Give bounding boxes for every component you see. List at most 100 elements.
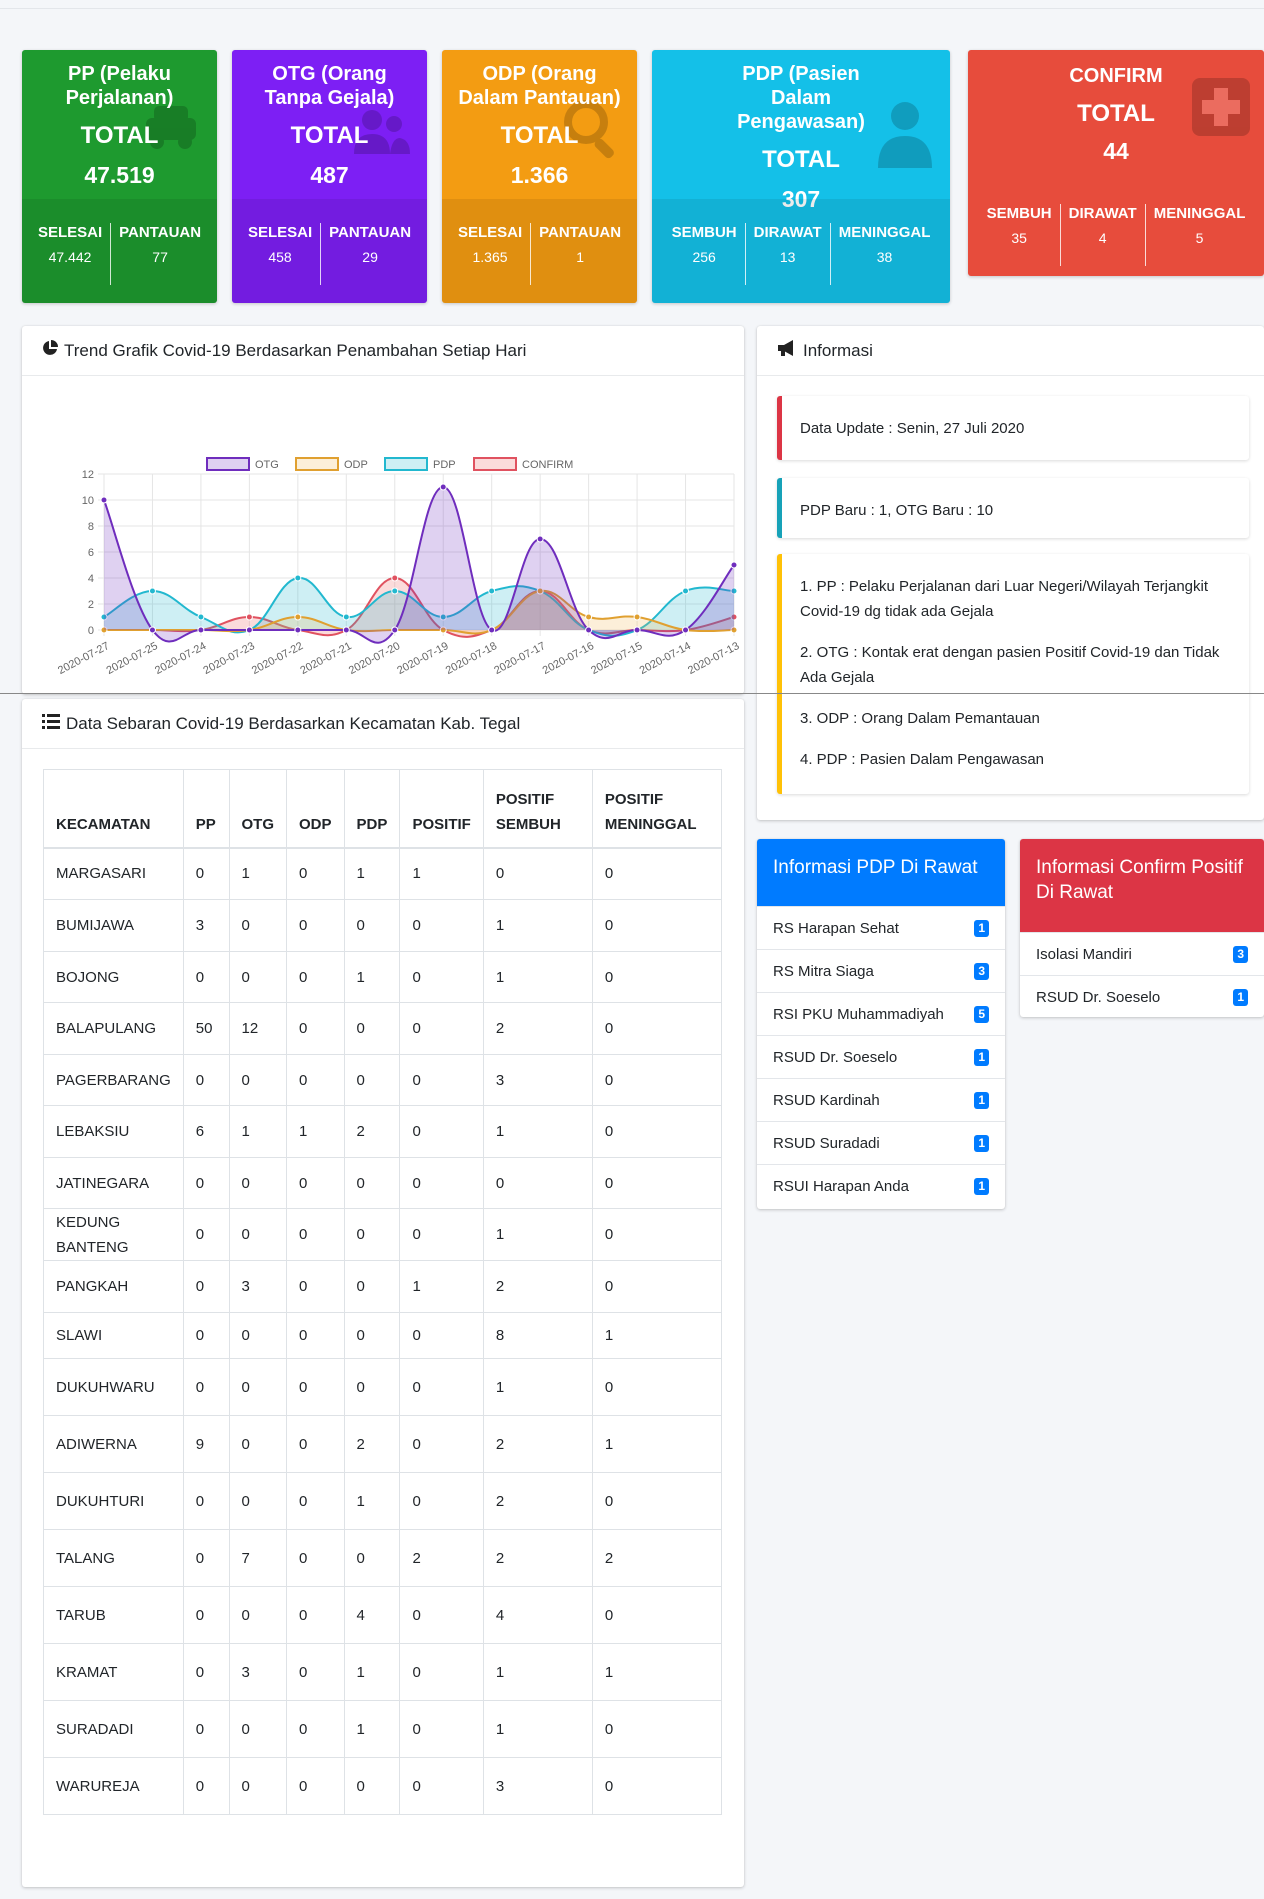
table-cell: 0 (228, 899, 288, 952)
x-tick-label: 2020-07-13 (686, 640, 741, 677)
list-item[interactable]: RSUD Dr. Soeselo 1 (757, 1035, 1005, 1078)
table-cell: 0 (343, 1002, 401, 1055)
table-cell: 0 (228, 1358, 288, 1416)
table-cell: 0 (182, 1260, 230, 1313)
legend-label: OTG (255, 459, 279, 471)
kecamatan-cell: TALANG (43, 1529, 184, 1587)
otg-stat-selesai: SELESAI 458 (240, 223, 322, 285)
table-cell: 2 (482, 1529, 593, 1587)
stat-label: SEMBUH (986, 205, 1052, 222)
kecamatan-cell: SURADADI (43, 1700, 184, 1758)
legend-swatch (473, 457, 517, 471)
table-cell: 0 (228, 1700, 288, 1758)
table-header-cell: PDP (343, 769, 401, 849)
list-item[interactable]: RSUI Harapan Anda 1 (757, 1164, 1005, 1207)
stat-value: 1 (576, 249, 584, 265)
kecamatan-cell: MARGASARI (43, 847, 184, 900)
table-row: DUKUHWARU 0 0 0 0 0 1 0 (43, 1358, 723, 1416)
table-cell: 0 (228, 1415, 288, 1473)
list-item-label: RSUI Harapan Anda (773, 1177, 909, 1195)
table-cell: 0 (228, 1157, 288, 1209)
count-badge: 3 (974, 962, 989, 980)
list-item[interactable]: Isolasi Mandiri 3 (1020, 932, 1264, 975)
kecamatan-cell: DUKUHTURI (43, 1472, 184, 1530)
odp-title: ODP (Orang Dalam Pantauan) (458, 63, 621, 109)
otg-stat-pantauan: PANTAUAN 29 (321, 223, 419, 285)
table-cell: 0 (182, 1643, 230, 1701)
table-cell: 3 (228, 1643, 288, 1701)
data-point-otg (391, 626, 399, 634)
kecamatan-cell: TARUB (43, 1586, 184, 1644)
list-item[interactable]: RSUD Dr. Soeselo 1 (1020, 975, 1264, 1017)
list-item-label: RSUD Dr. Soeselo (773, 1048, 898, 1066)
table-row: LEBAKSIU 6 1 1 2 0 1 0 (43, 1105, 723, 1158)
table-cell: 2 (399, 1529, 484, 1587)
sebaran-card-header: Data Sebaran Covid-19 Berdasarkan Kecama… (22, 699, 744, 749)
table-cell: 0 (399, 1700, 484, 1758)
table-cell: 4 (482, 1586, 593, 1644)
table-cell: 0 (343, 1260, 401, 1313)
data-point-otg (148, 626, 156, 634)
table-cell: 0 (591, 1157, 723, 1209)
legend-swatch (384, 457, 428, 471)
stat-label: PANTAUAN (119, 224, 202, 241)
table-cell: 50 (182, 1002, 230, 1055)
confirm-title: CONFIRM (1069, 65, 1163, 87)
odp-stats: SELESAI 1.365 PANTAUAN 1 (442, 199, 637, 303)
table-cell: 0 (399, 1312, 484, 1359)
table-cell: 0 (228, 1586, 288, 1644)
data-point-odp (294, 613, 302, 621)
data-point-pdp (294, 574, 302, 582)
top-border (0, 8, 1264, 9)
list-item-label: RS Harapan Sehat (773, 919, 899, 937)
table-cell: 0 (286, 1002, 345, 1055)
table-cell: 0 (399, 1757, 484, 1815)
table-cell: 9 (182, 1415, 230, 1473)
table-cell: 0 (591, 1054, 723, 1106)
table-cell: 1 (286, 1105, 345, 1158)
x-tick-label: 2020-07-18 (444, 640, 499, 677)
list-item[interactable]: RS Harapan Sehat 1 (757, 906, 1005, 949)
list-item-label: RSUD Kardinah (773, 1091, 880, 1109)
table-cell: 0 (286, 1643, 345, 1701)
info-def-pdp: 4. PDP : Pasien Dalam Pengawasan (800, 751, 1045, 768)
table-cell: 1 (482, 951, 593, 1003)
stat-value: 38 (876, 249, 893, 265)
data-point-otg (100, 496, 108, 504)
pdp-total-label: TOTAL (762, 146, 840, 173)
table-row: SLAWI 0 0 0 0 0 8 1 (43, 1312, 723, 1359)
table-cell: 0 (286, 1472, 345, 1530)
table-cell: 1 (482, 1208, 593, 1261)
pdp-rawat-header: Informasi PDP Di Rawat (757, 839, 1005, 906)
table-cell: 0 (286, 847, 345, 900)
stat-label: MENINGGAL (838, 224, 931, 241)
y-tick-label: 0 (88, 625, 94, 637)
otg-total-label: TOTAL (290, 122, 369, 149)
y-tick-label: 6 (88, 547, 94, 559)
list-item[interactable]: RS Mitra Siaga 3 (757, 949, 1005, 992)
data-point-otg (245, 626, 253, 634)
table-cell: 1 (482, 1358, 593, 1416)
kecamatan-cell: PANGKAH (43, 1260, 184, 1313)
table-cell: 1 (228, 847, 288, 900)
list-item[interactable]: RSI PKU Muhammadiyah 5 (757, 992, 1005, 1035)
table-row: KEDUNG BANTENG 0 0 0 0 0 1 0 (43, 1208, 723, 1261)
list-item[interactable]: RSUD Kardinah 1 (757, 1078, 1005, 1121)
confirm-stats: SEMBUH 35 DIRAWAT 4 MENINGGAL 5 (968, 182, 1264, 276)
pdp-stat-sembuh: SEMBUH 256 (664, 223, 746, 285)
stat-value: 35 (1011, 230, 1027, 246)
table-cell: 0 (228, 1054, 288, 1106)
table-cell: 0 (591, 1208, 723, 1261)
stat-label: SELESAI (37, 224, 103, 241)
pp-stats: SELESAI 47.442 PANTAUAN 77 (22, 199, 217, 303)
table-cell: 0 (591, 1260, 723, 1313)
count-badge: 1 (1233, 988, 1248, 1006)
table-header-row: KECAMATAN PP OTG ODP PDP POSITIF POSITIF SEMBU… (43, 769, 723, 849)
list-item[interactable]: RSUD Suradadi 1 (757, 1121, 1005, 1164)
stat-value: 13 (779, 249, 796, 265)
table-cell: 0 (399, 899, 484, 952)
data-point-otg (439, 483, 447, 491)
x-tick-label: 2020-07-27 (56, 640, 111, 677)
table-cell: 3 (182, 899, 230, 952)
legend-swatch (206, 457, 250, 471)
